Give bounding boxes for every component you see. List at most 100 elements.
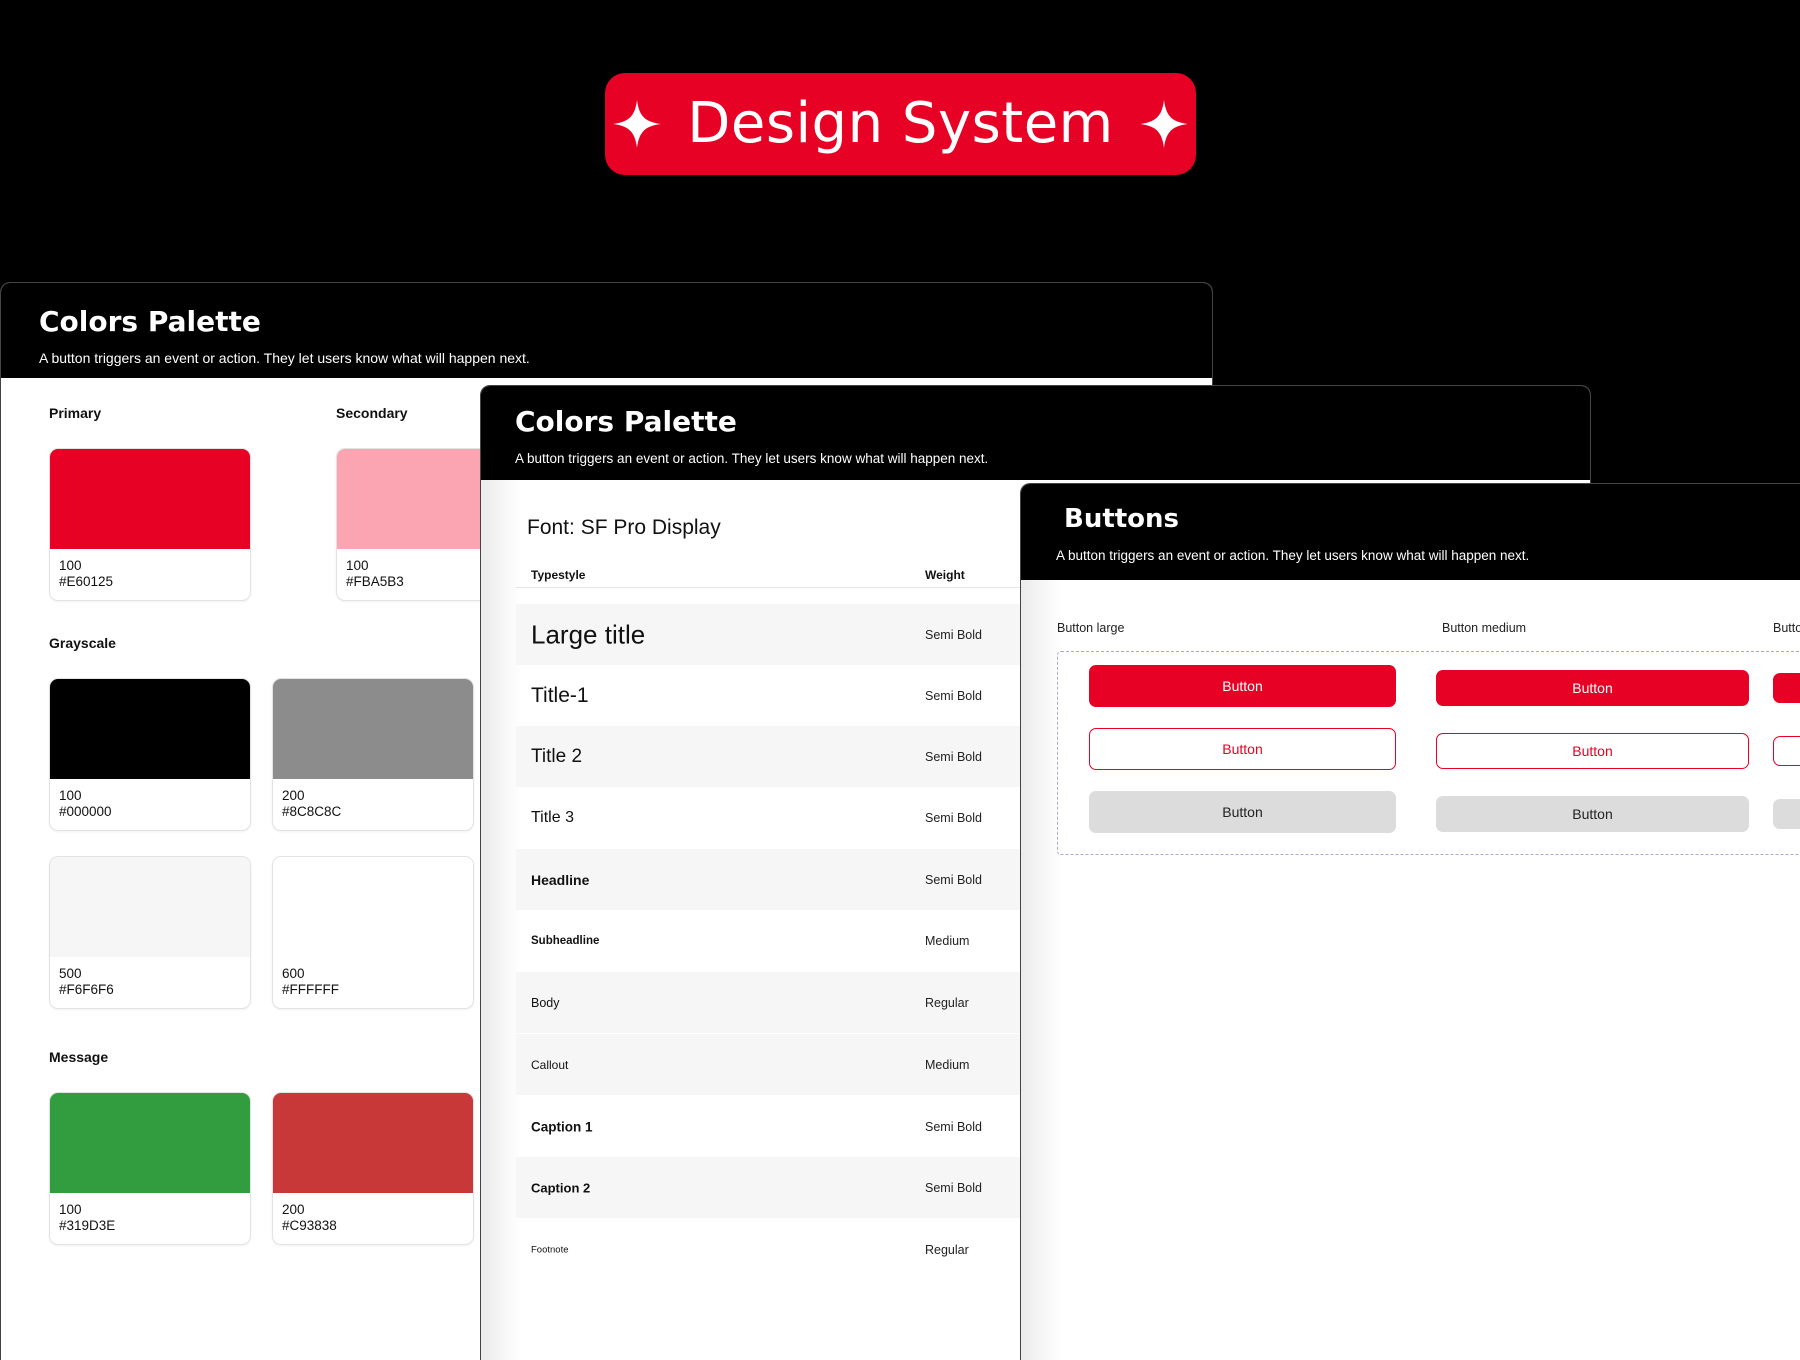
- type-style-name: Footnote: [531, 1244, 569, 1255]
- swatch-level: 100: [59, 788, 82, 803]
- sparkle-icon: [613, 100, 662, 148]
- column-label-large: Button large: [1057, 621, 1125, 635]
- type-weight: Semi Bold: [925, 1119, 982, 1134]
- button-medium-primary[interactable]: Button: [1436, 670, 1749, 706]
- column-label-medium: Button medium: [1442, 621, 1527, 635]
- group-label-grayscale: Grayscale: [49, 635, 116, 651]
- type-row: Headline Semi Bold: [516, 849, 1076, 910]
- button-small-outline[interactable]: [1773, 736, 1800, 766]
- type-row: Callout Medium: [516, 1034, 1076, 1095]
- panel-edge-shadow: [1021, 484, 1061, 1360]
- type-style-name: Title-1: [531, 683, 589, 707]
- button-large-outline[interactable]: Button: [1089, 728, 1396, 770]
- swatch-gray-100[interactable]: 100 #000000: [49, 678, 251, 831]
- type-row: Caption 1 Semi Bold: [516, 1096, 1076, 1157]
- button-small-ghost[interactable]: [1773, 799, 1800, 829]
- panel-description: A button triggers an event or action. Th…: [1056, 548, 1530, 563]
- color-chip: [273, 679, 473, 779]
- swatch-meta: 100 #000000: [50, 779, 250, 820]
- type-weight: Medium: [925, 933, 970, 948]
- type-weight: Regular: [925, 1242, 969, 1257]
- type-style-name: Body: [531, 995, 560, 1010]
- color-chip: [50, 449, 250, 549]
- swatch-hex: #F6F6F6: [59, 982, 114, 997]
- type-row: Caption 2 Semi Bold: [516, 1157, 1076, 1218]
- swatch-gray-200[interactable]: 200 #8C8C8C: [272, 678, 474, 831]
- type-row: Title-1 Semi Bold: [516, 665, 1076, 726]
- column-label-small: Butto: [1773, 621, 1800, 635]
- color-chip: [50, 679, 250, 779]
- swatch-hex: #8C8C8C: [282, 804, 342, 819]
- color-chip: [50, 1093, 250, 1193]
- swatch-hex: #319D3E: [59, 1218, 116, 1233]
- button-large-ghost[interactable]: Button: [1089, 791, 1396, 833]
- type-weight: Semi Bold: [925, 749, 982, 764]
- type-weight: Semi Bold: [925, 688, 982, 703]
- panel-title: Colors Palette: [515, 405, 737, 438]
- swatch-level: 600: [282, 966, 305, 981]
- type-style-name: Headline: [531, 871, 590, 888]
- type-row: Large title Semi Bold: [516, 604, 1076, 665]
- panel-description: A button triggers an event or action. Th…: [515, 451, 989, 466]
- swatch-meta: 100 #E60125: [50, 549, 250, 590]
- swatch-level: 200: [282, 788, 305, 803]
- color-chip: [273, 857, 473, 957]
- swatch-primary-100[interactable]: 100 #E60125: [49, 448, 251, 601]
- swatch-message-200[interactable]: 200 #C93838: [272, 1092, 474, 1245]
- button-medium-outline[interactable]: Button: [1436, 733, 1749, 769]
- color-chip: [273, 1093, 473, 1193]
- type-row: Body Regular: [516, 972, 1076, 1033]
- button-large-primary[interactable]: Button: [1089, 665, 1396, 707]
- panel-description: A button triggers an event or action. Th…: [39, 350, 530, 366]
- type-style-name: Caption 2: [531, 1180, 591, 1195]
- swatch-meta: 200 #8C8C8C: [273, 779, 473, 820]
- swatch-level: 500: [59, 966, 82, 981]
- swatch-level: 200: [282, 1202, 305, 1217]
- swatch-gray-500[interactable]: 500 #F6F6F6: [49, 856, 251, 1009]
- column-header-weight: Weight: [925, 568, 965, 582]
- group-label-message: Message: [49, 1049, 109, 1065]
- font-family-label: Font: SF Pro Display: [527, 516, 721, 539]
- column-header-typestyle: Typestyle: [531, 568, 586, 582]
- button-small-primary[interactable]: [1773, 673, 1800, 703]
- group-label-secondary: Secondary: [336, 405, 408, 421]
- type-style-name: Caption 1: [531, 1119, 593, 1134]
- panel-header: Colors Palette A button triggers an even…: [481, 386, 1590, 480]
- sparkle-icon: [1139, 100, 1188, 148]
- type-style-name: Large title: [531, 619, 646, 649]
- swatch-hex: #C93838: [282, 1218, 337, 1233]
- swatch-meta: 500 #F6F6F6: [50, 957, 250, 998]
- swatch-hex: #000000: [59, 804, 112, 819]
- swatch-level: 100: [59, 558, 82, 573]
- type-table-header: Typestyle Weight: [516, 566, 1076, 588]
- type-weight: Semi Bold: [925, 1180, 982, 1195]
- type-style-name: Title 2: [531, 745, 583, 767]
- type-style-name: Subheadline: [531, 934, 600, 947]
- color-chip: [50, 857, 250, 957]
- badge-title: Design System: [687, 91, 1114, 156]
- type-weight: Semi Bold: [925, 872, 982, 887]
- panel-header: Colors Palette A button triggers an even…: [1, 283, 1212, 378]
- type-weight: Regular: [925, 995, 969, 1010]
- type-weight: Semi Bold: [925, 810, 982, 825]
- swatch-meta: 200 #C93838: [273, 1193, 473, 1234]
- design-system-badge: Design System: [605, 73, 1196, 175]
- type-row: Footnote Regular: [516, 1219, 1076, 1280]
- type-row: Title 2 Semi Bold: [516, 726, 1076, 787]
- swatch-level: 100: [59, 1202, 82, 1217]
- swatch-meta: 600 #FFFFFF: [273, 957, 473, 998]
- swatch-gray-600[interactable]: 600 #FFFFFF: [272, 856, 474, 1009]
- panel-header: Buttons A button triggers an event or ac…: [1021, 484, 1800, 580]
- type-weight: Semi Bold: [925, 627, 982, 642]
- swatch-message-100[interactable]: 100 #319D3E: [49, 1092, 251, 1245]
- type-row: Subheadline Medium: [516, 910, 1076, 971]
- group-label-primary: Primary: [49, 405, 102, 421]
- swatch-meta: 100 #319D3E: [50, 1193, 250, 1234]
- panel-title: Buttons: [1064, 504, 1180, 534]
- panel-title: Colors Palette: [39, 305, 261, 338]
- type-weight: Medium: [925, 1057, 970, 1072]
- buttons-panel: Buttons A button triggers an event or ac…: [1020, 483, 1800, 1360]
- swatch-hex: #FFFFFF: [282, 982, 339, 997]
- type-style-name: Callout: [531, 1057, 569, 1072]
- button-medium-ghost[interactable]: Button: [1436, 796, 1749, 832]
